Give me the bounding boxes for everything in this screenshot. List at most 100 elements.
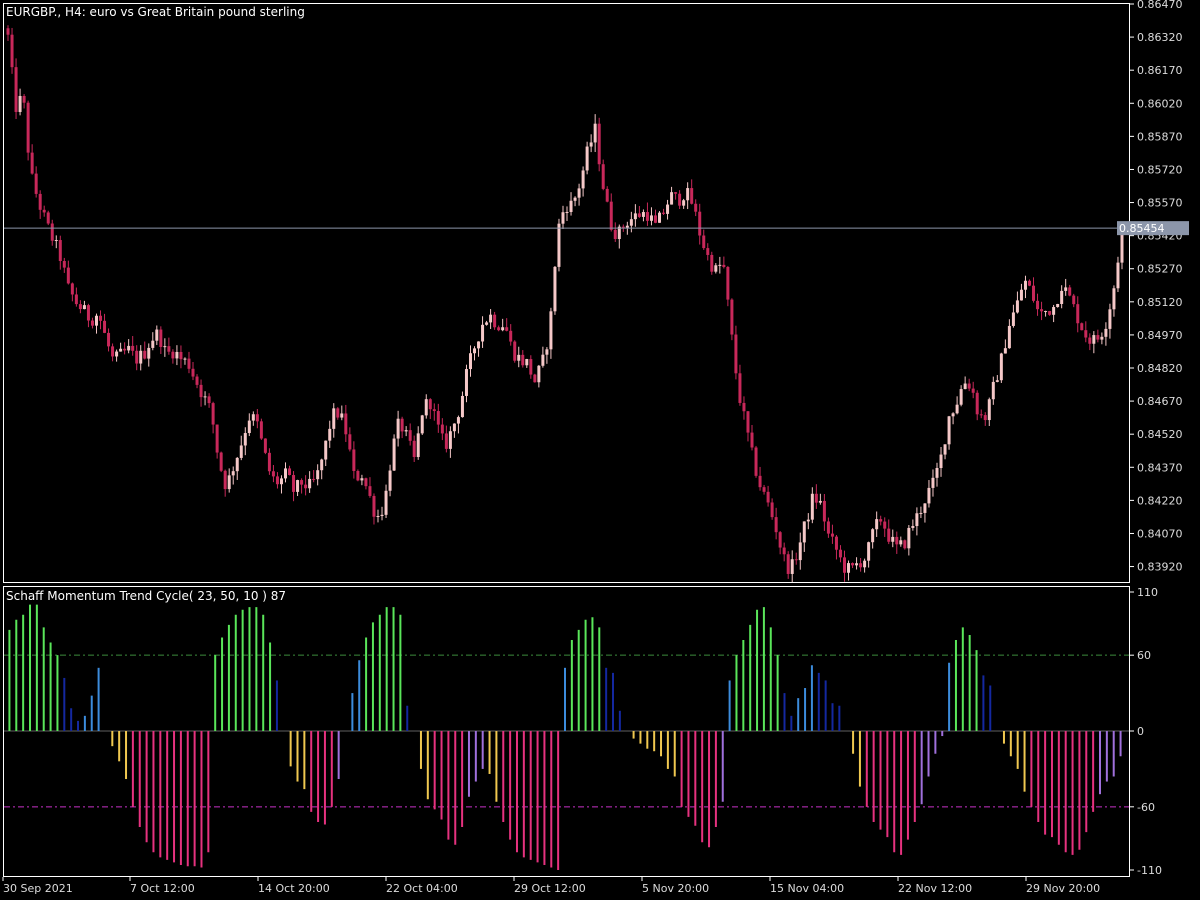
candle-body — [746, 411, 750, 433]
candle-body — [867, 542, 871, 561]
candle-body — [859, 563, 863, 568]
candle-body — [658, 212, 662, 223]
candle-body — [947, 416, 951, 445]
price-tick-label: 0.84220 — [1137, 494, 1183, 507]
candle-body — [645, 212, 649, 221]
candle-body — [609, 201, 613, 230]
candle-body — [883, 521, 887, 529]
time-axis: 30 Sep 2021 7 Oct 12:00 14 Oct 20:00 22 Oct… — [2, 877, 1100, 895]
candle-body — [404, 430, 408, 432]
candle-body — [296, 480, 300, 492]
candle-body — [758, 475, 762, 488]
candle-body — [1068, 287, 1072, 296]
candle-body — [211, 403, 215, 425]
candle-body — [593, 123, 597, 143]
candle-body — [340, 413, 344, 418]
price-tick-label: 0.85120 — [1137, 296, 1183, 309]
candle-body — [103, 320, 107, 333]
candle-body — [82, 305, 86, 310]
candle-body — [1052, 307, 1056, 315]
indicator-levels — [4, 654, 1129, 808]
candle-body — [1092, 335, 1096, 344]
candlestick-series — [6, 25, 1124, 583]
candle-body — [227, 475, 231, 490]
time-tick-label: 14 Oct 20:00 — [258, 882, 330, 895]
candle-body — [259, 421, 263, 439]
candle-body — [428, 399, 432, 410]
candle-body — [167, 346, 171, 352]
candle-body — [123, 348, 127, 351]
candle-body — [288, 468, 292, 476]
candle-body — [726, 266, 730, 300]
candle-body — [577, 188, 581, 198]
candle-body — [762, 487, 766, 492]
price-tick-label: 0.86020 — [1137, 97, 1183, 110]
time-tick-label: 15 Nov 04:00 — [770, 882, 844, 895]
candle-body — [601, 164, 605, 189]
price-panel-frame — [3, 3, 1130, 583]
candle-body — [843, 557, 846, 573]
candle-body — [1116, 262, 1120, 289]
candle-body — [995, 380, 999, 382]
candle-body — [666, 204, 670, 214]
candle-body — [1044, 311, 1048, 313]
candle-body — [30, 152, 34, 174]
indicator-tick-label: 0 — [1137, 725, 1144, 738]
candle-body — [653, 215, 657, 223]
candle-body — [1019, 289, 1023, 301]
time-tick-label: 29 Oct 12:00 — [514, 882, 586, 895]
candle-body — [1064, 287, 1068, 291]
candle-body — [460, 395, 464, 418]
candle-body — [678, 193, 682, 206]
candle-body — [159, 329, 163, 347]
candle-body — [818, 500, 822, 503]
candle-body — [810, 493, 814, 520]
candle-body — [352, 449, 356, 471]
candle-body — [344, 413, 348, 435]
candle-body — [155, 329, 159, 341]
current-price-label: 0.85454 — [1119, 222, 1165, 235]
candle-body — [444, 433, 448, 449]
candle-body — [86, 305, 90, 321]
indicator-tick-label: 110 — [1137, 586, 1158, 599]
candle-body — [581, 170, 585, 189]
candle-body — [78, 304, 82, 310]
price-tick-label: 0.84070 — [1137, 527, 1183, 540]
candle-body — [1060, 290, 1064, 304]
candle-body — [215, 424, 219, 453]
candle-body — [935, 468, 939, 478]
candle-body — [1023, 280, 1027, 290]
candle-body — [798, 542, 802, 561]
candle-body — [742, 402, 746, 412]
candle-body — [263, 438, 267, 453]
candle-body — [778, 532, 782, 548]
candle-body — [127, 345, 131, 351]
candle-body — [537, 365, 541, 383]
candle-body — [1015, 300, 1019, 313]
candle-body — [573, 197, 577, 201]
candle-body — [513, 341, 517, 361]
candle-body — [26, 102, 30, 153]
candle-body — [521, 354, 525, 366]
price-tick-label: 0.84370 — [1137, 461, 1183, 474]
candle-body — [284, 468, 287, 479]
indicator-tick-label: -60 — [1137, 801, 1155, 814]
candle-body — [770, 502, 774, 518]
candle-body — [629, 219, 633, 226]
candle-body — [690, 188, 694, 204]
candle-body — [416, 433, 420, 457]
candle-body — [686, 188, 690, 201]
candle-body — [1056, 303, 1060, 308]
candle-body — [834, 536, 838, 550]
candle-body — [754, 447, 758, 476]
candle-body — [1007, 325, 1011, 349]
price-tick-label: 0.86170 — [1137, 64, 1183, 77]
price-tick-label: 0.84970 — [1137, 329, 1183, 342]
candle-body — [452, 423, 456, 432]
candle-body — [951, 413, 955, 417]
candle-body — [436, 411, 440, 425]
price-axis: 0.86470 0.86320 0.86170 0.86020 0.85870 0.857… — [1129, 0, 1183, 574]
candle-body — [312, 478, 316, 480]
price-tick-label: 0.86320 — [1137, 31, 1183, 44]
candle-body — [275, 476, 279, 485]
